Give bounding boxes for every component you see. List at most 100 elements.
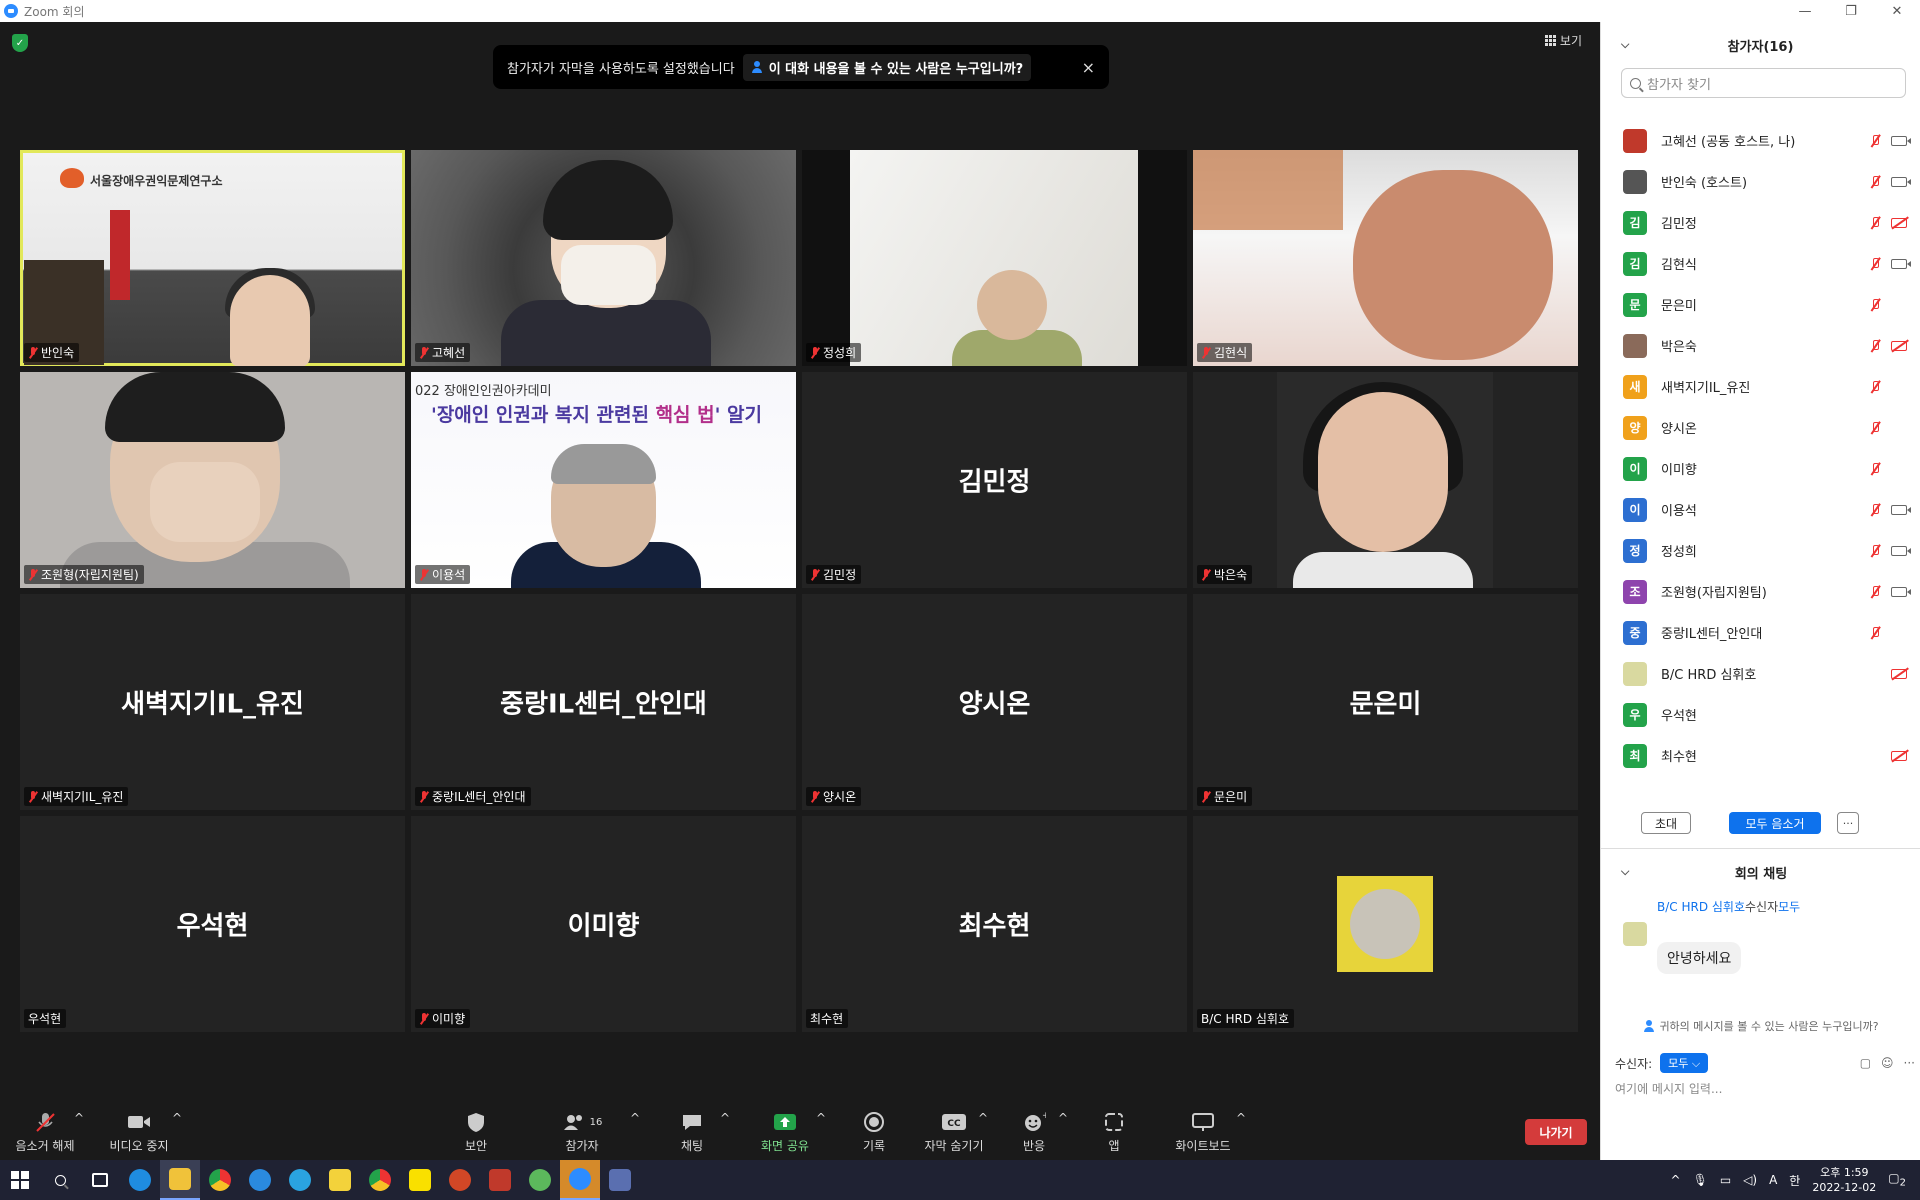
file-explorer-app[interactable] bbox=[160, 1160, 200, 1200]
invite-button[interactable]: 초대 bbox=[1641, 812, 1691, 834]
video-options-caret[interactable]: ^ bbox=[172, 1111, 182, 1125]
notification-icon[interactable]: ▢2 bbox=[1888, 1171, 1906, 1188]
apps-button[interactable]: 앱 bbox=[1102, 1111, 1126, 1154]
mic-muted-icon[interactable] bbox=[1869, 421, 1881, 435]
participant-row[interactable]: 김 김민정 bbox=[1601, 202, 1920, 243]
more-icon[interactable]: ··· bbox=[1904, 1056, 1915, 1070]
chrome-profile-app[interactable] bbox=[360, 1160, 400, 1200]
video-tile[interactable]: 정성희 bbox=[802, 150, 1187, 366]
calculator-app[interactable] bbox=[600, 1160, 640, 1200]
sticky-notes-app[interactable] bbox=[320, 1160, 360, 1200]
mic-muted-icon[interactable] bbox=[1869, 380, 1881, 394]
video-tile[interactable]: 최수현 최수현 bbox=[802, 816, 1187, 1032]
powerpoint-app[interactable] bbox=[440, 1160, 480, 1200]
video-on-icon[interactable] bbox=[1891, 586, 1911, 597]
unmute-button[interactable]: 음소거 해제 bbox=[12, 1111, 78, 1154]
participant-row[interactable]: 박은숙 bbox=[1601, 325, 1920, 366]
restore-button[interactable]: ❐ bbox=[1828, 0, 1874, 22]
video-tile[interactable]: 양시온 양시온 bbox=[802, 594, 1187, 810]
tray-expand-icon[interactable]: ^ bbox=[1671, 1173, 1681, 1187]
participant-row[interactable]: 김 김현식 bbox=[1601, 243, 1920, 284]
participant-row[interactable]: 최 최수현 bbox=[1601, 735, 1920, 776]
video-tile[interactable]: 고혜선 bbox=[411, 150, 796, 366]
banner-close-button[interactable]: × bbox=[1082, 58, 1095, 77]
video-off-icon[interactable] bbox=[1891, 217, 1907, 228]
stop-video-button[interactable]: 비디오 중지 bbox=[104, 1111, 174, 1154]
participant-row[interactable]: 고혜선 (공동 호스트, 나) bbox=[1601, 120, 1920, 161]
encryption-shield-icon[interactable]: ✓ bbox=[12, 34, 28, 52]
whiteboard-options-caret[interactable]: ^ bbox=[1236, 1111, 1246, 1125]
network-icon[interactable]: ▭ bbox=[1720, 1173, 1731, 1187]
whiteboard-button[interactable]: 화이트보드 bbox=[1172, 1111, 1234, 1154]
video-off-icon[interactable] bbox=[1891, 340, 1907, 351]
participant-row[interactable]: 문 문은미 bbox=[1601, 284, 1920, 325]
participants-button[interactable]: 16 참가자 bbox=[558, 1111, 606, 1154]
video-on-icon[interactable] bbox=[1891, 258, 1911, 269]
view-button[interactable]: 보기 bbox=[1544, 32, 1582, 49]
leave-button[interactable]: 나가기 bbox=[1525, 1119, 1587, 1145]
participant-row[interactable]: 이 이미향 bbox=[1601, 448, 1920, 489]
mic-muted-icon[interactable] bbox=[1869, 257, 1881, 271]
share-screen-button[interactable]: 화면 공유 bbox=[756, 1111, 814, 1154]
participant-row[interactable]: 조 조원형(자립지원팀) bbox=[1601, 571, 1920, 612]
video-off-icon[interactable] bbox=[1891, 750, 1907, 761]
search-taskbar-button[interactable] bbox=[40, 1160, 80, 1200]
mic-muted-icon[interactable] bbox=[1869, 462, 1881, 476]
mic-muted-icon[interactable] bbox=[1869, 298, 1881, 312]
recipient-dropdown[interactable]: 모두 ⌵ bbox=[1660, 1053, 1709, 1073]
audio-options-caret[interactable]: ^ bbox=[74, 1111, 84, 1125]
video-tile[interactable]: 022 장애인인권아카데미 '장애인 인권과 복지 관련된 핵심 법' 알기 이… bbox=[411, 372, 796, 588]
mic-muted-icon[interactable] bbox=[1869, 585, 1881, 599]
video-tile[interactable]: 서울장애우권익문제연구소 반인숙 bbox=[20, 150, 405, 366]
close-window-button[interactable]: ✕ bbox=[1874, 0, 1920, 22]
participant-row[interactable]: 우 우석현 bbox=[1601, 694, 1920, 735]
ime-indicator[interactable]: A bbox=[1769, 1173, 1777, 1187]
mic-muted-icon[interactable] bbox=[1869, 175, 1881, 189]
mic-muted-icon[interactable] bbox=[1869, 544, 1881, 558]
video-tile[interactable]: 이미향 이미향 bbox=[411, 816, 796, 1032]
file-icon[interactable]: ▢ bbox=[1860, 1056, 1871, 1070]
paint-app[interactable] bbox=[520, 1160, 560, 1200]
mute-all-button[interactable]: 모두 음소거 bbox=[1729, 812, 1821, 834]
task-view-button[interactable] bbox=[80, 1160, 120, 1200]
zoom-app[interactable] bbox=[560, 1160, 600, 1200]
who-can-see-link[interactable]: 이 대화 내용을 볼 수 있는 사람은 누구입니까? bbox=[742, 53, 1032, 81]
chat-button[interactable]: 채팅 bbox=[676, 1111, 708, 1154]
mic-muted-icon[interactable] bbox=[1869, 216, 1881, 230]
participant-row[interactable]: 새 새벽지기IL_유진 bbox=[1601, 366, 1920, 407]
video-on-icon[interactable] bbox=[1891, 504, 1911, 515]
video-tile[interactable]: 새벽지기IL_유진 새벽지기IL_유진 bbox=[20, 594, 405, 810]
participant-search-input[interactable]: 참가자 찾기 bbox=[1621, 68, 1906, 98]
video-tile[interactable]: 우석현 우석현 bbox=[20, 816, 405, 1032]
video-on-icon[interactable] bbox=[1891, 135, 1911, 146]
participant-row[interactable]: 이 이용석 bbox=[1601, 489, 1920, 530]
app-icon-red[interactable] bbox=[480, 1160, 520, 1200]
video-off-icon[interactable] bbox=[1891, 668, 1907, 679]
mic-muted-icon[interactable] bbox=[1869, 134, 1881, 148]
video-tile[interactable]: 박은숙 bbox=[1193, 372, 1578, 588]
chat-options-caret[interactable]: ^ bbox=[720, 1111, 730, 1125]
collapse-chevron-icon[interactable]: ⌵ bbox=[1621, 38, 1629, 52]
participant-row[interactable]: B/C HRD 심휘호 bbox=[1601, 653, 1920, 694]
video-tile[interactable]: 조원형(자립지원팀) bbox=[20, 372, 405, 588]
participant-row[interactable]: 양 양시온 bbox=[1601, 407, 1920, 448]
participant-row[interactable]: 정 정성희 bbox=[1601, 530, 1920, 571]
video-tile[interactable]: B/C HRD 심휘호 bbox=[1193, 816, 1578, 1032]
video-tile[interactable]: 문은미 문은미 bbox=[1193, 594, 1578, 810]
start-button[interactable] bbox=[0, 1160, 40, 1200]
video-tile[interactable]: 김민정 김민정 bbox=[802, 372, 1187, 588]
chat-message-input[interactable]: 여기에 메시지 입력... bbox=[1615, 1080, 1722, 1097]
message-visibility-note[interactable]: 귀하의 메시지를 볼 수 있는 사람은 누구입니까? bbox=[1601, 1018, 1920, 1034]
reactions-options-caret[interactable]: ^ bbox=[1058, 1111, 1068, 1125]
captions-options-caret[interactable]: ^ bbox=[978, 1111, 988, 1125]
collapse-chevron-icon[interactable]: ⌵ bbox=[1621, 865, 1629, 879]
more-options-button[interactable]: ··· bbox=[1837, 812, 1859, 834]
reactions-button[interactable]: + 반응 bbox=[1020, 1111, 1048, 1154]
security-button[interactable]: 보안 bbox=[458, 1111, 494, 1154]
microphone-tray-icon[interactable]: 🎙 bbox=[1693, 1173, 1708, 1187]
ie-app[interactable] bbox=[240, 1160, 280, 1200]
chrome-app[interactable] bbox=[200, 1160, 240, 1200]
participants-options-caret[interactable]: ^ bbox=[630, 1111, 640, 1125]
mic-muted-icon[interactable] bbox=[1869, 339, 1881, 353]
participant-row[interactable]: 반인숙 (호스트) bbox=[1601, 161, 1920, 202]
